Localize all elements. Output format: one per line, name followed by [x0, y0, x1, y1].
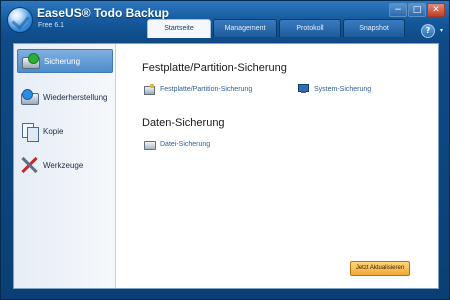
window-controls: − □ ✕	[389, 3, 445, 17]
link-label: System-Sicherung	[314, 85, 372, 93]
sidebar-item-label: Werkzeuge	[43, 160, 84, 170]
link-label: Datei-Sicherung	[160, 140, 211, 148]
disk-icon	[144, 84, 155, 95]
tab-management[interactable]: Management	[213, 19, 277, 37]
app-title: EaseUS® Todo Backup	[37, 6, 169, 20]
app-edition: Free 6.1	[38, 22, 65, 29]
link-partition-backup[interactable]: Festplatte/Partition-Sicherung	[144, 84, 253, 95]
content-area: Festplatte/Partition-Sicherung Festplatt…	[115, 44, 438, 288]
update-now-button[interactable]: Jetzt Aktualisieren	[350, 261, 410, 276]
sidebar: Sicherung Wiederherstellung Kopie Werkze…	[14, 44, 116, 288]
tab-startseite[interactable]: Startseite	[147, 19, 211, 38]
help-icon[interactable]: ?	[421, 24, 435, 38]
main-tabs: Startseite Management Protokoll Snapshot	[147, 19, 405, 38]
easeus-logo-icon	[7, 7, 33, 33]
link-file-backup[interactable]: Datei-Sicherung	[144, 139, 211, 150]
file-icon	[144, 139, 156, 150]
tools-icon	[19, 155, 41, 175]
sidebar-item-label: Kopie	[43, 126, 64, 136]
system-icon	[298, 84, 309, 94]
sidebar-item-label: Sicherung	[44, 56, 81, 66]
section-title-partition-backup: Festplatte/Partition-Sicherung	[142, 62, 287, 74]
backup-icon	[20, 51, 42, 71]
sidebar-item-wiederherstellung[interactable]: Wiederherstellung	[17, 85, 113, 109]
link-label: Festplatte/Partition-Sicherung	[160, 85, 253, 93]
main-panel: Sicherung Wiederherstellung Kopie Werkze…	[13, 43, 439, 289]
sidebar-item-sicherung[interactable]: Sicherung	[17, 49, 113, 73]
tab-snapshot[interactable]: Snapshot	[343, 19, 405, 37]
tab-protokoll[interactable]: Protokoll	[279, 19, 341, 37]
sidebar-item-kopie[interactable]: Kopie	[17, 119, 113, 143]
sidebar-item-werkzeuge[interactable]: Werkzeuge	[17, 153, 113, 177]
section-title-data-backup: Daten-Sicherung	[142, 117, 225, 129]
minimize-button[interactable]: −	[389, 3, 407, 17]
sidebar-item-label: Wiederherstellung	[43, 92, 108, 102]
link-system-backup[interactable]: System-Sicherung	[298, 84, 371, 94]
title-bar[interactable]: EaseUS® Todo Backup Free 6.1 − □ ✕ Start…	[1, 1, 449, 38]
copy-icon	[19, 121, 41, 142]
maximize-button[interactable]: □	[408, 3, 426, 17]
close-button[interactable]: ✕	[427, 3, 445, 17]
restore-icon	[19, 87, 41, 107]
app-window: EaseUS® Todo Backup Free 6.1 − □ ✕ Start…	[0, 0, 450, 300]
help-menu-caret-icon[interactable]: ▾	[440, 27, 443, 34]
